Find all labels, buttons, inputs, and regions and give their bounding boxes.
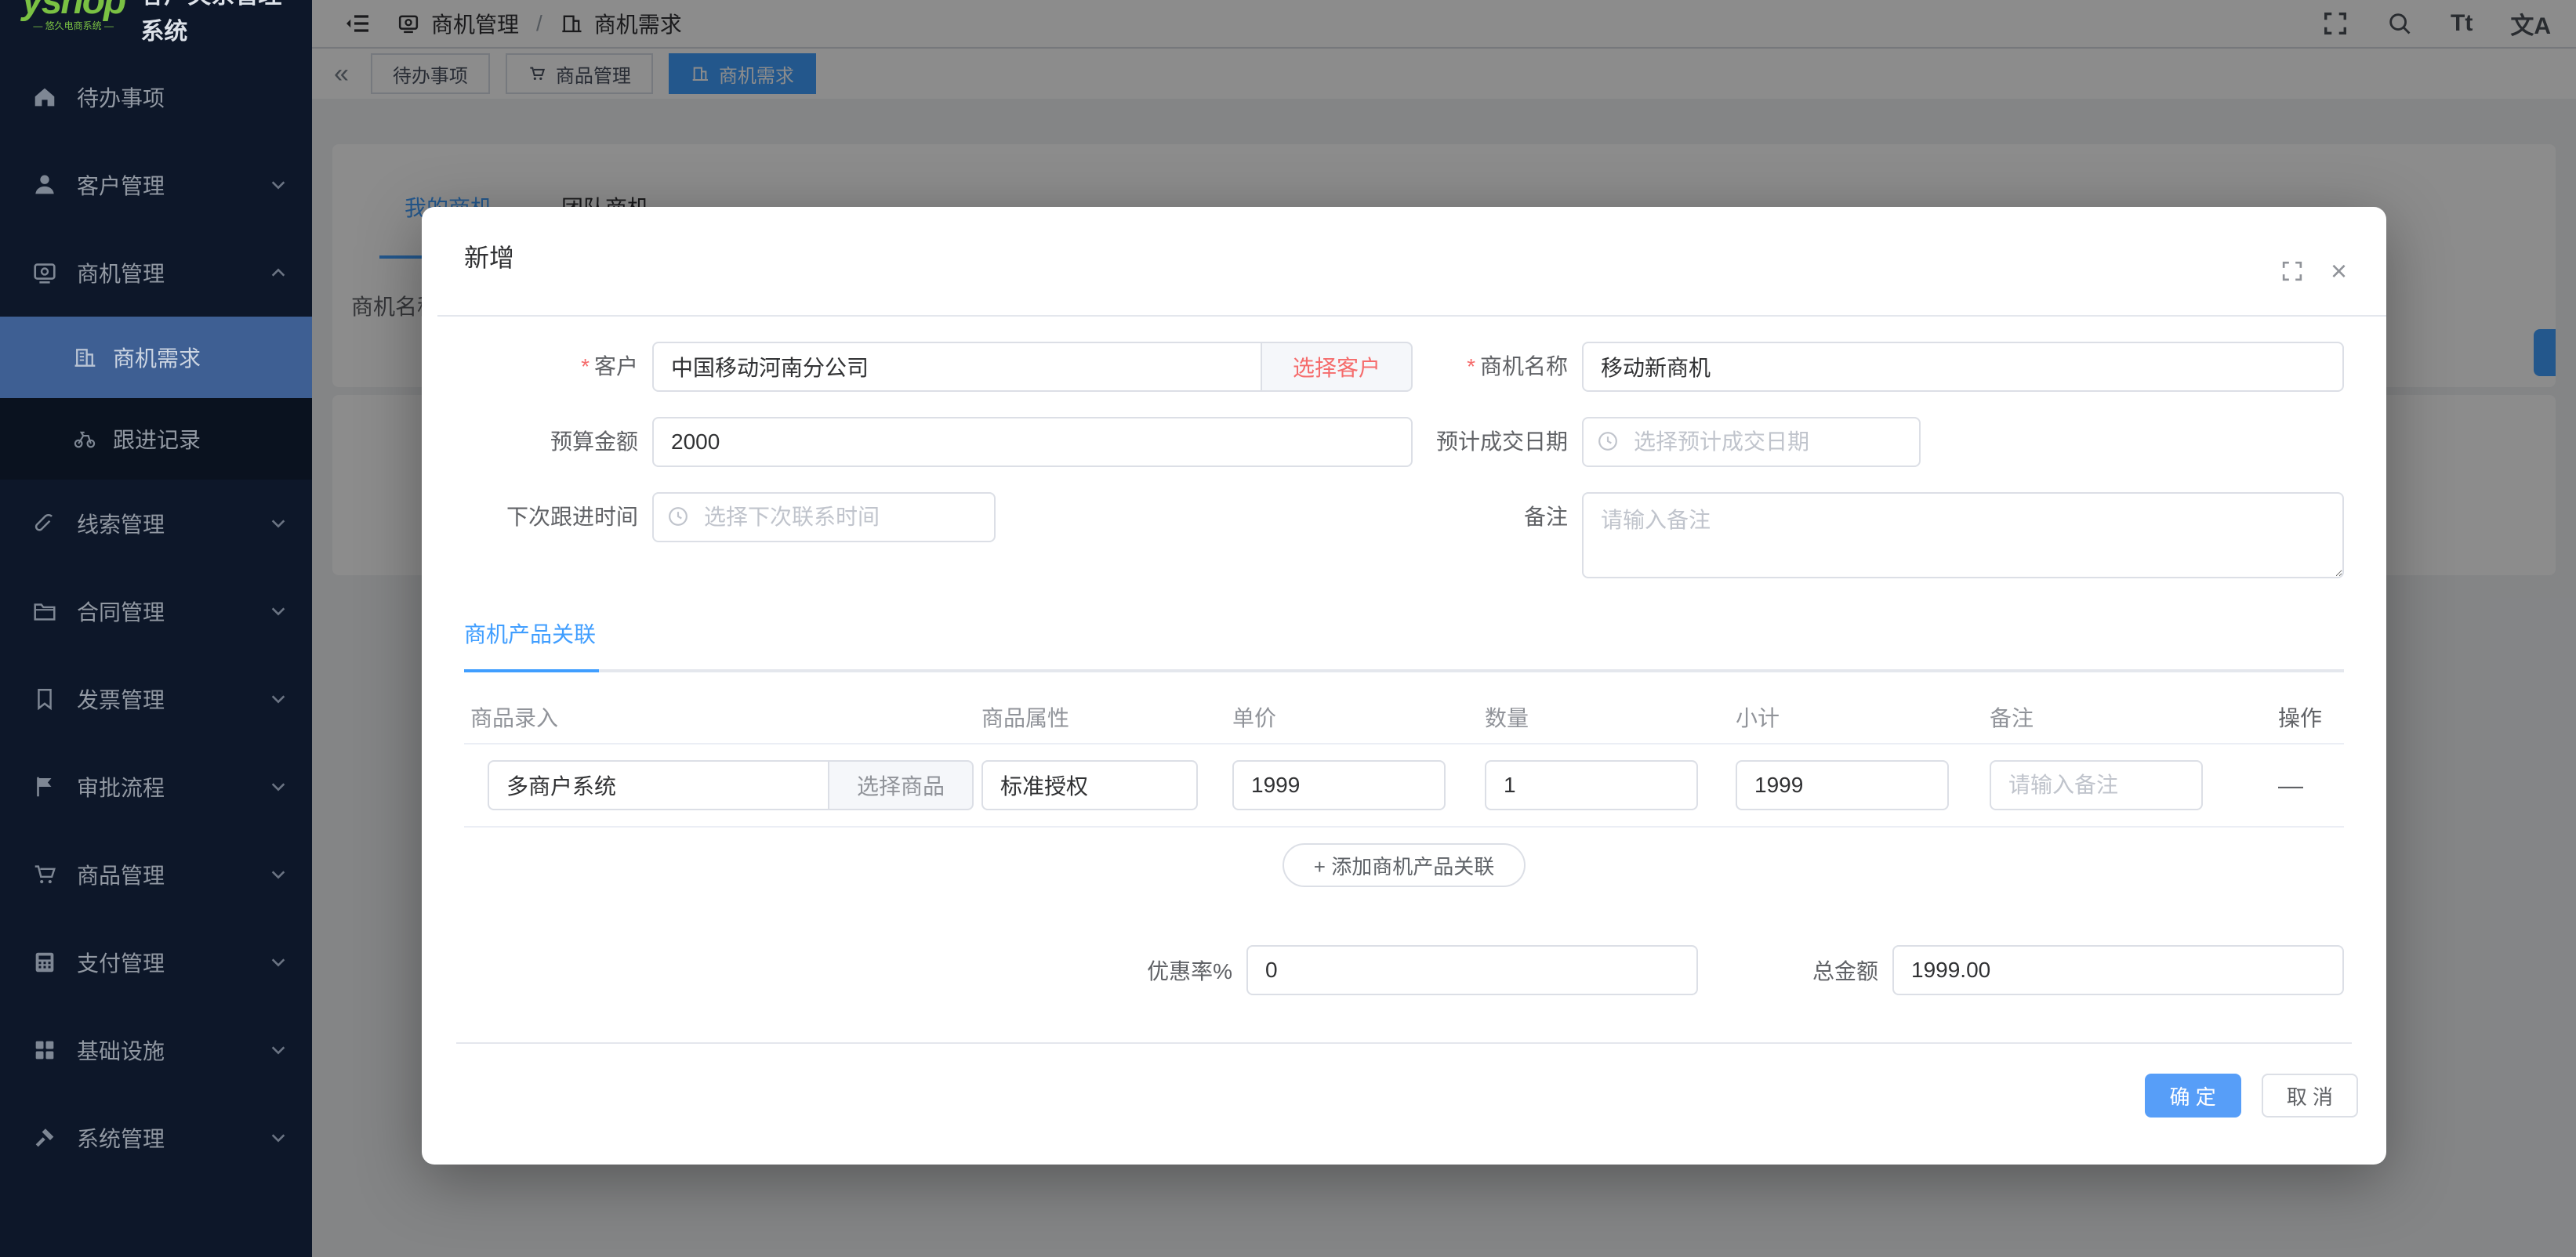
folder-icon: [31, 598, 58, 625]
column-product-entry: 商品录入: [464, 701, 981, 733]
next-follow-time-input[interactable]: [652, 492, 996, 542]
sidebar-item-opportunity-demand[interactable]: 商机需求: [0, 317, 312, 398]
app-title: 客户关系管理 系统: [140, 0, 297, 50]
app-logo: yshop — 悠久电商系统 — 客户关系管理 系统: [0, 0, 312, 50]
sidebar-item-contract-mgmt[interactable]: 合同管理: [0, 567, 312, 655]
chevron-down-icon: [270, 778, 287, 795]
unit-price-input[interactable]: [1232, 760, 1446, 810]
sidebar-item-follow-record[interactable]: 跟进记录: [0, 398, 312, 480]
opportunity-form: *客户 选择客户 *商机名称 预算金额 预计成交日期: [464, 342, 2344, 585]
opportunity-name-input[interactable]: [1582, 342, 2344, 392]
product-name-input[interactable]: [488, 760, 829, 810]
tab-product-association[interactable]: 商机产品关联: [464, 618, 596, 669]
sidebar-item-customer-mgmt[interactable]: 客户管理: [0, 141, 312, 229]
sidebar-menu: 待办事项 客户管理 商机管理 商机需求 跟进记录: [0, 53, 312, 1182]
chevron-down-icon: [270, 954, 287, 971]
customer-input[interactable]: [652, 342, 1262, 392]
chevron-down-icon: [270, 866, 287, 883]
customer-label: *客户: [464, 342, 652, 392]
cancel-button[interactable]: 取 消: [2262, 1074, 2358, 1118]
dialog-fullscreen-icon[interactable]: [2280, 259, 2304, 283]
flag-icon: [31, 773, 58, 800]
dialog-close-icon[interactable]: ×: [2331, 257, 2347, 285]
select-customer-button[interactable]: 选择客户: [1262, 342, 1413, 392]
sidebar-item-infrastructure[interactable]: 基础设施: [0, 1006, 312, 1094]
column-unit-price: 单价: [1232, 701, 1485, 733]
logo-subtext: — 悠久电商系统 —: [22, 19, 125, 32]
product-table-header: 商品录入 商品属性 单价 数量 小计 备注 操作: [464, 691, 2344, 744]
grid-icon: [31, 1037, 58, 1063]
dialog-footer-divider: [456, 1042, 2352, 1044]
paperclip-icon: [31, 510, 58, 537]
sidebar: yshop — 悠久电商系统 — 客户关系管理 系统 待办事项 客户管理 商机管…: [0, 0, 312, 1257]
chevron-down-icon: [270, 603, 287, 620]
discount-rate-label: 优惠率%: [1147, 955, 1246, 986]
amount-summary: 优惠率% 总金额: [464, 945, 2344, 995]
dialog-footer: 确 定 取 消: [2145, 1074, 2358, 1118]
budget-label: 预算金额: [464, 417, 652, 467]
deal-date-input[interactable]: [1582, 417, 1921, 467]
dialog-header-actions: ×: [2280, 257, 2347, 285]
product-attr-input[interactable]: [981, 760, 1198, 810]
sidebar-item-opportunity-mgmt[interactable]: 商机管理: [0, 229, 312, 317]
clock-icon: [666, 505, 690, 528]
add-product-association-button[interactable]: + 添加商机产品关联: [1283, 843, 1526, 887]
sidebar-item-invoice-mgmt[interactable]: 发票管理: [0, 655, 312, 743]
tab-divider: [464, 669, 2344, 672]
column-quantity: 数量: [1485, 701, 1736, 733]
select-product-button[interactable]: 选择商品: [829, 760, 974, 810]
cart-icon: [31, 861, 58, 888]
remark-textarea[interactable]: [1582, 492, 2344, 578]
chevron-down-icon: [270, 690, 287, 708]
sidebar-item-lead-mgmt[interactable]: 线索管理: [0, 480, 312, 567]
building-icon: [72, 345, 97, 370]
quantity-input[interactable]: [1485, 760, 1698, 810]
active-tab-underline: [464, 669, 599, 672]
opportunity-icon: [31, 259, 58, 286]
hammer-icon: [31, 1125, 58, 1151]
total-amount-label: 总金额: [1812, 955, 1892, 986]
sidebar-item-approval-flow[interactable]: 审批流程: [0, 743, 312, 831]
clock-icon: [1596, 429, 1620, 453]
remark-label: 备注: [1413, 492, 1582, 542]
deal-date-label: 预计成交日期: [1413, 417, 1582, 467]
dialog-title: 新增: [464, 238, 514, 274]
chevron-up-icon: [270, 264, 287, 281]
sidebar-item-payment-mgmt[interactable]: 支付管理: [0, 918, 312, 1006]
next-follow-time-label: 下次跟进时间: [464, 492, 652, 542]
column-action: 操作: [2244, 701, 2344, 733]
chevron-down-icon: [270, 1129, 287, 1147]
opportunity-name-label: *商机名称: [1413, 342, 1582, 392]
row-action-dash: —: [2244, 771, 2344, 800]
row-remark-input[interactable]: [1990, 760, 2203, 810]
bookmark-icon: [31, 686, 58, 712]
budget-input[interactable]: [652, 417, 1413, 467]
chevron-down-icon: [270, 515, 287, 532]
sidebar-item-system-mgmt[interactable]: 系统管理: [0, 1094, 312, 1182]
dialog-header-divider: [437, 315, 2386, 317]
subtotal-input[interactable]: [1736, 760, 1949, 810]
chevron-down-icon: [270, 1041, 287, 1059]
bicycle-icon: [72, 426, 97, 451]
column-remark: 备注: [1990, 701, 2244, 733]
column-product-attr: 商品属性: [981, 701, 1232, 733]
add-opportunity-dialog: 新增 × *客户 选择客户 *商机名称: [422, 207, 2386, 1165]
confirm-button[interactable]: 确 定: [2145, 1074, 2241, 1118]
column-subtotal: 小计: [1736, 701, 1990, 733]
user-icon: [31, 172, 58, 198]
app-screen: yshop — 悠久电商系统 — 客户关系管理 系统 待办事项 客户管理 商机管…: [0, 0, 2576, 1257]
sidebar-item-todo[interactable]: 待办事项: [0, 53, 312, 141]
product-association-section: 商机产品关联 商品录入 商品属性 单价 数量 小计 备注 操作 选择商品: [464, 618, 2344, 887]
home-icon: [31, 84, 58, 110]
sidebar-item-product-mgmt[interactable]: 商品管理: [0, 831, 312, 918]
product-table-row: 选择商品 —: [464, 744, 2344, 828]
discount-rate-input[interactable]: [1246, 945, 1698, 995]
total-amount-input[interactable]: [1892, 945, 2344, 995]
chevron-down-icon: [270, 176, 287, 194]
opportunity-submenu: 商机需求 跟进记录: [0, 317, 312, 480]
calculator-icon: [31, 949, 58, 976]
